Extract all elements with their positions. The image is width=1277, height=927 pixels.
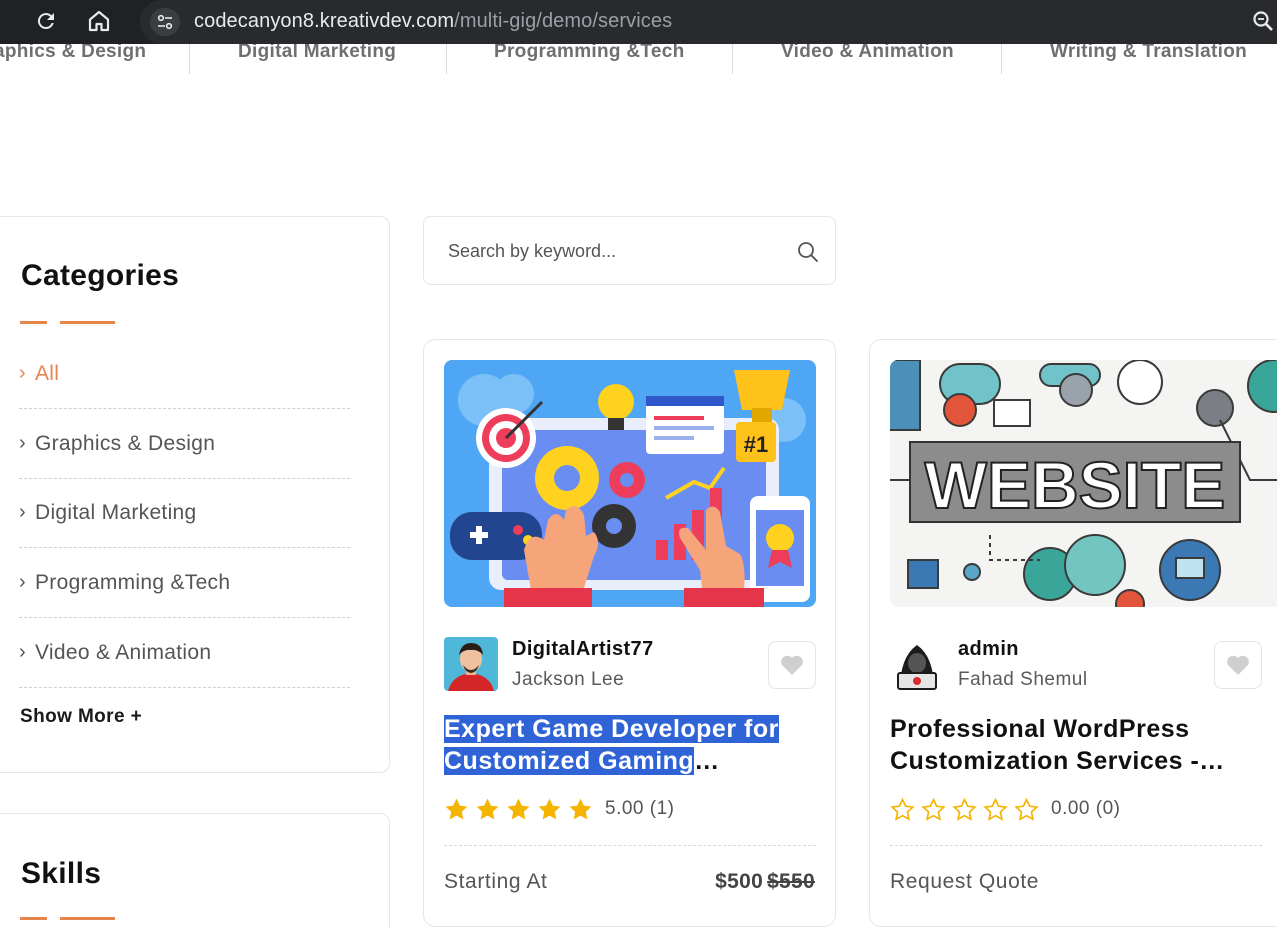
- strip-category-graphics[interactable]: aphics & Design: [0, 44, 146, 63]
- zoom-icon[interactable]: [1251, 9, 1275, 38]
- star-empty-icon: [1014, 797, 1039, 821]
- search-box: [423, 216, 836, 285]
- seller-name: Jackson Lee: [512, 669, 625, 690]
- url-path: /multi-gig/demo/services: [454, 10, 673, 32]
- strip-divider: [732, 44, 733, 74]
- heart-icon: [1227, 655, 1249, 675]
- seller-avatar[interactable]: [890, 637, 944, 691]
- star-empty-icon: [921, 797, 946, 821]
- wishlist-button[interactable]: [1214, 641, 1262, 689]
- sidebar-category-programming-tech[interactable]: › Programming &Tech: [19, 548, 350, 618]
- service-card[interactable]: WEBSITE admin Fahad Shemul Professional …: [869, 339, 1277, 927]
- url-host: codecanyon8.kreativdev.com: [194, 10, 455, 32]
- service-rating: 0.00 (0): [890, 795, 1120, 823]
- price-label: Starting At: [444, 870, 548, 893]
- heading-accent: [20, 917, 47, 920]
- star-filled-icon: [445, 798, 468, 819]
- star-empty-icon: [890, 797, 915, 821]
- star-empty-icon: [983, 797, 1008, 821]
- service-title[interactable]: Expert Game Developer for Customized Gam…: [444, 713, 816, 777]
- skills-panel: Skills: [0, 813, 390, 927]
- strip-category-programming[interactable]: Programming &Tech: [494, 44, 685, 63]
- strip-divider: [189, 44, 190, 74]
- card-divider: [890, 845, 1262, 846]
- seller-username[interactable]: DigitalArtist77: [512, 638, 654, 661]
- price-current: $500: [715, 870, 764, 893]
- card-divider: [444, 845, 816, 846]
- service-title[interactable]: Professional WordPress Customization Ser…: [890, 713, 1262, 777]
- chevron-right-icon: ›: [19, 362, 26, 384]
- categories-heading: Categories: [21, 259, 180, 292]
- sidebar-category-video-animation[interactable]: › Video & Animation: [19, 618, 350, 688]
- star-empty-icon: [952, 797, 977, 821]
- search-icon[interactable]: [797, 241, 819, 268]
- strip-category-video[interactable]: Video & Animation: [781, 44, 954, 63]
- service-price: $500 $550: [715, 870, 815, 894]
- browser-toolbar: codecanyon8.kreativdev.com/multi-gig/dem…: [0, 0, 1277, 44]
- strip-category-digital-marketing[interactable]: Digital Marketing: [238, 44, 396, 63]
- category-label: Graphics & Design: [35, 431, 216, 455]
- strip-divider: [446, 44, 447, 74]
- service-thumbnail[interactable]: #1: [444, 360, 816, 607]
- category-label: All: [35, 361, 60, 385]
- seller-avatar[interactable]: [444, 637, 498, 691]
- website-thumbnail-text: WEBSITE: [925, 448, 1226, 522]
- star-filled-icon: [538, 798, 561, 819]
- star-filled-icon: [476, 798, 499, 819]
- rating-value: 5.00 (1): [605, 798, 675, 819]
- category-label: Digital Marketing: [35, 500, 197, 524]
- strip-category-writing[interactable]: Writing & Translation: [1050, 44, 1247, 63]
- chevron-right-icon: ›: [19, 432, 26, 454]
- category-strip: aphics & Design Digital Marketing Progra…: [0, 44, 1277, 74]
- service-thumbnail[interactable]: WEBSITE: [890, 360, 1277, 607]
- home-icon[interactable]: [86, 8, 112, 34]
- service-rating: 5.00 (1): [444, 795, 674, 823]
- seller-name: Fahad Shemul: [958, 669, 1088, 690]
- heading-accent: [20, 321, 47, 324]
- star-filled-icon: [507, 798, 530, 819]
- category-label: Video & Animation: [35, 640, 212, 664]
- price-original: $550: [767, 870, 815, 893]
- reload-icon[interactable]: [33, 8, 59, 34]
- url-text[interactable]: codecanyon8.kreativdev.com/multi-gig/dem…: [194, 9, 672, 33]
- seller-username[interactable]: admin: [958, 638, 1019, 661]
- star-filled-icon: [569, 798, 592, 819]
- search-input[interactable]: [448, 237, 788, 265]
- request-quote-link[interactable]: Request Quote: [890, 870, 1039, 894]
- chevron-right-icon: ›: [19, 571, 26, 593]
- sidebar-category-all[interactable]: › All: [19, 339, 350, 409]
- categories-panel: Categories › All › Graphics & Design › Digi…: [0, 216, 390, 773]
- heading-accent: [60, 917, 115, 920]
- category-label: Programming &Tech: [35, 570, 231, 594]
- wishlist-button[interactable]: [768, 641, 816, 689]
- skills-heading: Skills: [21, 857, 102, 890]
- site-info-icon[interactable]: [150, 8, 180, 36]
- rating-value: 0.00 (0): [1051, 798, 1121, 819]
- sidebar-category-graphics-design[interactable]: › Graphics & Design: [19, 409, 350, 479]
- chevron-right-icon: ›: [19, 641, 26, 663]
- show-more-button[interactable]: Show More +: [20, 706, 142, 728]
- heart-icon: [781, 655, 803, 675]
- title-ellipsis: …: [694, 747, 720, 775]
- service-card[interactable]: #1 DigitalArtist77 Jackson Lee Expert Ga…: [423, 339, 836, 927]
- svg-text:#1: #1: [744, 432, 768, 457]
- sidebar-category-digital-marketing[interactable]: › Digital Marketing: [19, 478, 350, 548]
- title-highlighted-text: Expert Game Developer for Customized Gam…: [444, 715, 779, 775]
- chevron-right-icon: ›: [19, 501, 26, 523]
- heading-accent: [60, 321, 115, 324]
- strip-divider: [1001, 44, 1002, 74]
